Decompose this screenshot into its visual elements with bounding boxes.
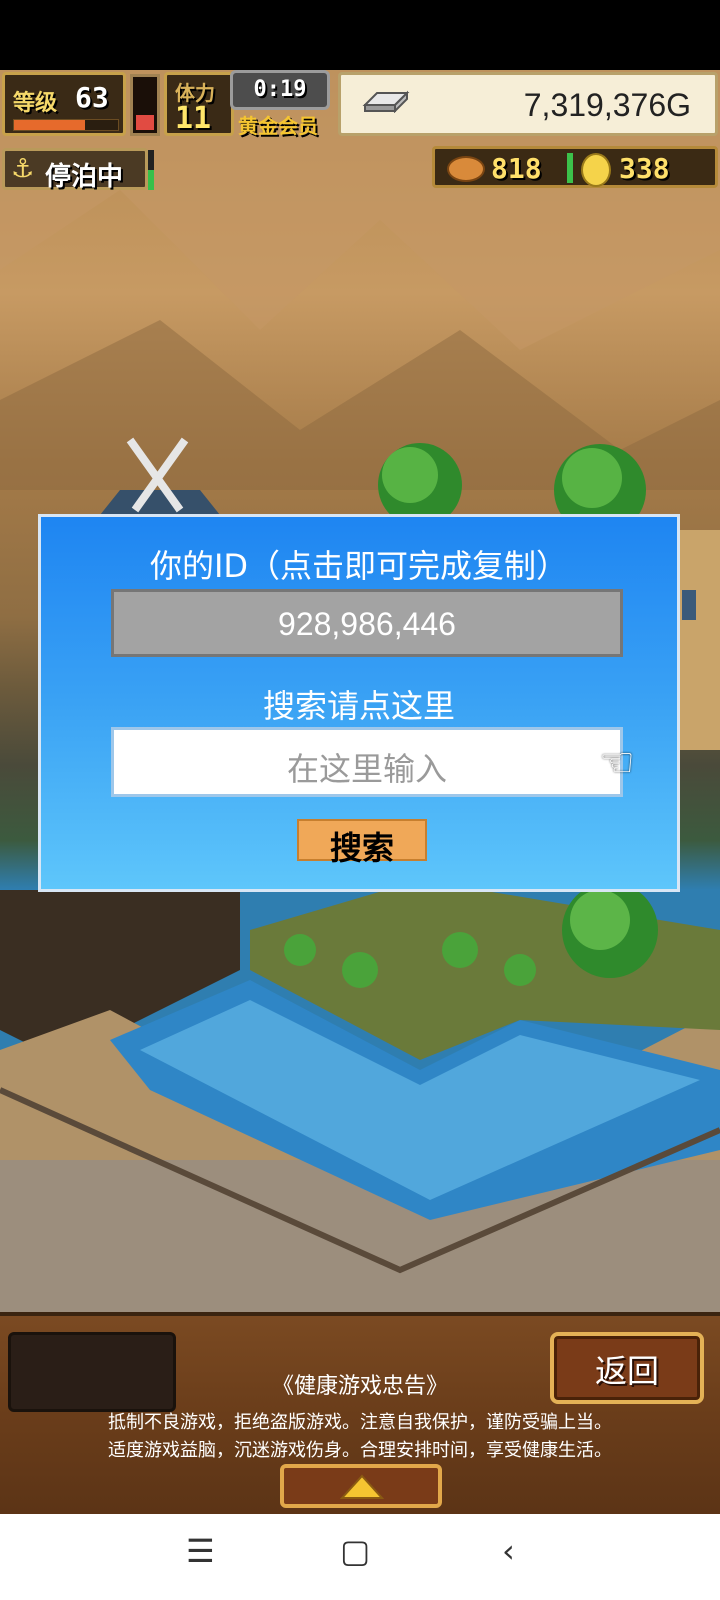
- back-icon[interactable]: ‹: [502, 1532, 515, 1570]
- menu-icon[interactable]: ☰: [186, 1532, 215, 1570]
- bottom-panel: 返回 《健康游戏忠告》 抵制不良游戏，拒绝盗版游戏。注意自我保护，谨防受骗上当。…: [0, 1312, 720, 1514]
- search-input[interactable]: 在这里输入: [111, 727, 623, 797]
- level-label: 等级: [13, 91, 58, 116]
- silver-ingot-icon: [362, 90, 410, 113]
- system-nav-bar: ☰ ▢ ‹: [0, 1514, 720, 1600]
- stamina-gauge: [130, 74, 160, 136]
- id-heading: 你的ID（点击即可完成复制）: [149, 547, 569, 585]
- triangle-up-icon: [340, 1474, 384, 1499]
- level-panel[interactable]: 等级 63: [2, 72, 126, 136]
- id-search-dialog: 你的ID（点击即可完成复制） 928,986,446 搜索请点这里 在这里输入 …: [38, 514, 680, 892]
- anchor-icon: ⚓: [11, 154, 35, 184]
- exp-bar: [13, 119, 119, 131]
- player-id: 928,986,446: [278, 606, 456, 642]
- search-button-label: 搜索: [329, 829, 394, 867]
- food-amount: 818: [491, 152, 542, 185]
- search-button[interactable]: 搜索: [297, 819, 427, 867]
- gold-panel[interactable]: 7,319,376G: [338, 72, 718, 136]
- home-icon[interactable]: ▢: [340, 1532, 370, 1570]
- health-notice-line: 适度游戏益脑，沉迷游戏伤身。合理安排时间，享受健康生活。: [108, 1440, 612, 1461]
- stamina-panel[interactable]: 体力 11: [164, 72, 234, 136]
- gold-member-label: 黄金会员: [238, 114, 318, 138]
- resources-panel[interactable]: 818 338: [432, 146, 718, 188]
- search-heading: 搜索请点这里: [262, 687, 455, 725]
- coin-icon: [581, 153, 611, 187]
- food-icon: [447, 156, 485, 182]
- pointing-hand-icon: ☜: [599, 740, 635, 786]
- search-placeholder: 在这里输入: [286, 750, 447, 788]
- level-value: 63: [75, 81, 109, 114]
- stamina-fill: [136, 115, 154, 130]
- docked-indicator: [148, 150, 154, 190]
- status-bar: [0, 0, 720, 70]
- expand-menu-button[interactable]: [280, 1464, 442, 1508]
- resource-divider: [567, 153, 573, 183]
- coin-amount: 338: [619, 152, 670, 185]
- gold-amount: 7,319,376G: [523, 87, 691, 123]
- docked-status[interactable]: ⚓ 停泊中: [2, 148, 148, 192]
- health-notice-title: 《健康游戏忠告》: [271, 1374, 448, 1399]
- exp-fill: [14, 120, 85, 130]
- timer-panel: 0:19: [230, 70, 330, 110]
- health-notice-line: 抵制不良游戏，拒绝盗版游戏。注意自我保护，谨防受骗上当。: [108, 1412, 612, 1433]
- stamina-value: 11: [175, 101, 212, 136]
- id-copy-box[interactable]: 928,986,446: [111, 589, 623, 657]
- docked-label: 停泊中: [45, 162, 124, 192]
- timer-value: 0:19: [253, 77, 307, 102]
